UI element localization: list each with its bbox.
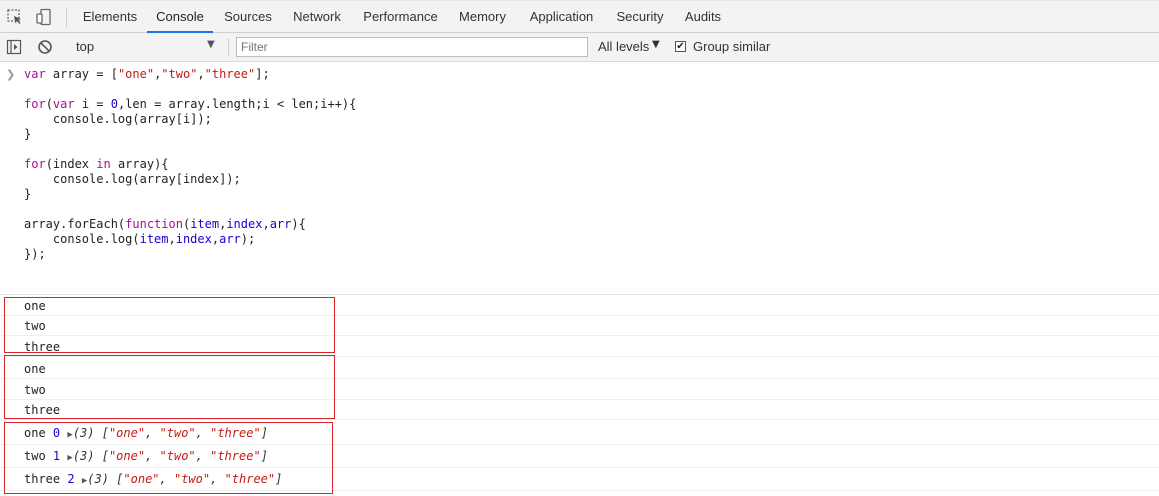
console-message: one bbox=[0, 296, 1159, 316]
code-line: } bbox=[24, 187, 32, 201]
log-item: two bbox=[24, 449, 46, 463]
array-preview[interactable]: (3) ["one", "two", "three"] bbox=[87, 472, 282, 486]
code-line: array.forEach(function(item,index,arr){ bbox=[24, 217, 306, 231]
tab-sources[interactable]: Sources bbox=[217, 1, 279, 33]
array-value: "three" bbox=[224, 472, 276, 486]
prompt-chevron-icon: ❯ bbox=[6, 68, 16, 81]
console-message: two bbox=[0, 380, 1159, 400]
tab-console[interactable]: Console bbox=[147, 1, 213, 33]
log-index: 2 bbox=[67, 472, 75, 486]
array-value: "two" bbox=[159, 426, 196, 440]
log-item: three bbox=[24, 472, 61, 486]
code-line: console.log(array[index]); bbox=[24, 172, 241, 186]
array-value: "two" bbox=[173, 472, 211, 486]
log-text: one bbox=[24, 362, 46, 376]
array-value: "one" bbox=[108, 426, 146, 440]
code-line: }); bbox=[24, 247, 46, 261]
code-line: console.log(array[i]); bbox=[24, 112, 212, 126]
array-preview[interactable]: (3) ["one", "two", "three"] bbox=[73, 449, 268, 463]
log-levels-dropdown[interactable]: All levels bbox=[598, 39, 649, 54]
array-value: "three" bbox=[210, 426, 261, 440]
code-line: for(index in array){ bbox=[24, 157, 169, 171]
array-value: "one" bbox=[108, 449, 146, 463]
console-filter-bar: top ▼ All levels ▼ ✔ Group similar bbox=[0, 33, 1159, 62]
array-length: (3) bbox=[87, 472, 109, 486]
console-message: two bbox=[0, 316, 1159, 336]
tab-security[interactable]: Security bbox=[609, 1, 671, 33]
console-message: two 1 ▶(3) ["one", "two", "three"] bbox=[0, 445, 1159, 468]
command-divider bbox=[0, 294, 1159, 295]
log-text: three bbox=[24, 403, 61, 417]
array-preview[interactable]: (3) ["one", "two", "three"] bbox=[73, 426, 268, 440]
filter-divider bbox=[228, 38, 229, 56]
tab-memory[interactable]: Memory bbox=[451, 1, 514, 33]
log-text: one bbox=[24, 299, 46, 313]
console-message: one 0 ▶(3) ["one", "two", "three"] bbox=[0, 422, 1159, 445]
array-value: "two" bbox=[159, 449, 196, 463]
console-command: var array = ["one","two","three"]; for(v… bbox=[24, 67, 356, 262]
array-value: "three" bbox=[210, 449, 261, 463]
console-sidebar-icon[interactable] bbox=[6, 39, 22, 55]
code-line: console.log(item,index,arr); bbox=[24, 232, 256, 246]
console-message: three bbox=[0, 337, 1159, 357]
log-index: 1 bbox=[52, 449, 61, 463]
log-text: three bbox=[24, 340, 61, 354]
levels-chevron-down-icon[interactable]: ▼ bbox=[652, 39, 660, 50]
filter-input[interactable] bbox=[236, 37, 588, 57]
tab-application[interactable]: Application bbox=[520, 1, 603, 33]
log-text: two bbox=[24, 319, 46, 333]
console-message: one bbox=[0, 359, 1159, 379]
code-line: for(var i = 0,len = array.length;i < len… bbox=[24, 97, 357, 111]
inspect-element-icon[interactable] bbox=[6, 8, 24, 26]
devtools-tab-bar: Elements Console Sources Network Perform… bbox=[0, 0, 1159, 33]
group-similar-checkbox[interactable]: ✔ bbox=[675, 41, 686, 52]
group-similar-label: Group similar bbox=[693, 39, 771, 54]
console-message: three 2 ▶(3) ["one", "two", "three"] bbox=[0, 468, 1159, 491]
log-text: two 1 ▶(3) ["one", "two", "three"] bbox=[24, 445, 268, 470]
log-text: two bbox=[24, 383, 46, 397]
context-dropdown-icon[interactable]: ▼ bbox=[207, 39, 215, 50]
clear-console-icon[interactable] bbox=[37, 39, 53, 55]
array-value: "one" bbox=[123, 472, 160, 486]
log-item: one bbox=[24, 426, 46, 440]
console-message: three bbox=[0, 400, 1159, 420]
tab-performance[interactable]: Performance bbox=[356, 1, 445, 33]
context-selector[interactable]: top bbox=[76, 39, 94, 54]
log-index: 0 bbox=[52, 426, 61, 440]
tab-audits[interactable]: Audits bbox=[678, 1, 728, 33]
toolbar-divider bbox=[66, 9, 67, 27]
array-length: (3) bbox=[72, 449, 95, 463]
tab-network[interactable]: Network bbox=[285, 1, 349, 33]
array-length: (3) bbox=[72, 426, 95, 440]
log-text: three 2 ▶(3) ["one", "two", "three"] bbox=[24, 468, 282, 493]
code-line: } bbox=[24, 127, 32, 141]
device-toolbar-icon[interactable] bbox=[35, 8, 53, 26]
tab-elements[interactable]: Elements bbox=[75, 1, 145, 33]
log-text: one 0 ▶(3) ["one", "two", "three"] bbox=[24, 422, 268, 447]
code-line: var array = ["one","two","three"]; bbox=[24, 67, 270, 81]
